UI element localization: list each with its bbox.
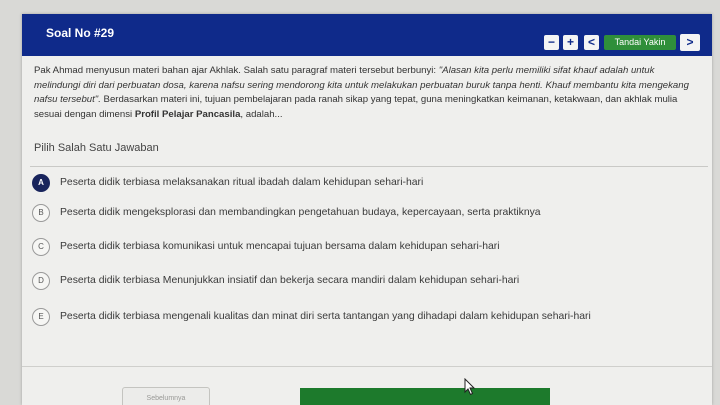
increase-font-button[interactable]: +: [563, 35, 578, 50]
question-bold-term: Profil Pelajar Pancasila: [134, 108, 241, 120]
question-ending: , adalah...: [240, 108, 283, 120]
mouse-cursor-icon: [464, 378, 476, 396]
option-e-badge[interactable]: E: [32, 308, 50, 326]
option-d[interactable]: D Peserta didik terbiasa Menunjukkan ins…: [22, 270, 712, 294]
flag-sure-button[interactable]: Tandai Yakin: [604, 35, 676, 50]
option-d-badge[interactable]: D: [32, 272, 50, 290]
previous-question-button[interactable]: <: [584, 35, 599, 50]
previous-button[interactable]: Sebelumnya: [122, 387, 210, 405]
decrease-font-button[interactable]: −: [544, 35, 559, 50]
question-text: Pak Ahmad menyusun materi bahan ajar Akh…: [34, 64, 702, 122]
option-b-badge[interactable]: B: [32, 204, 50, 222]
footer-divider: [22, 366, 712, 367]
option-d-text: Peserta didik terbiasa Menunjukkan insia…: [60, 275, 520, 286]
option-a-badge[interactable]: A: [32, 174, 50, 192]
option-c-text: Peserta didik terbiasa komunikasi untuk …: [60, 241, 500, 252]
divider: [30, 166, 708, 167]
option-c-badge[interactable]: C: [32, 238, 50, 256]
question-header: Soal No #29 − + < Tandai Yakin >: [22, 14, 712, 56]
answer-prompt: Pilih Salah Satu Jawaban: [34, 142, 159, 154]
option-e[interactable]: E Peserta didik terbiasa mengenali kuali…: [22, 306, 712, 330]
question-intro: Pak Ahmad menyusun materi bahan ajar Akh…: [34, 65, 439, 76]
option-c[interactable]: C Peserta didik terbiasa komunikasi untu…: [22, 236, 712, 260]
question-number-title: Soal No #29: [46, 26, 115, 40]
next-question-button[interactable]: >: [680, 34, 700, 51]
option-b[interactable]: B Peserta didik mengeksplorasi dan memba…: [22, 202, 712, 226]
question-rest: Berdasarkan materi ini, tujuan pembelaja…: [34, 94, 678, 120]
question-quote-a: "Alasan kita perlu memiliki sifat: [438, 65, 571, 76]
option-e-text: Peserta didik terbiasa mengenali kualita…: [60, 311, 591, 322]
next-button[interactable]: [300, 388, 550, 405]
exam-page: Soal No #29 − + < Tandai Yakin > Pak Ahm…: [22, 14, 712, 405]
option-a-text: Peserta didik terbiasa melaksanakan ritu…: [60, 177, 424, 188]
option-b-text: Peserta didik mengeksplorasi dan memband…: [60, 207, 541, 218]
option-a[interactable]: A Peserta didik terbiasa melaksanakan ri…: [22, 172, 712, 196]
